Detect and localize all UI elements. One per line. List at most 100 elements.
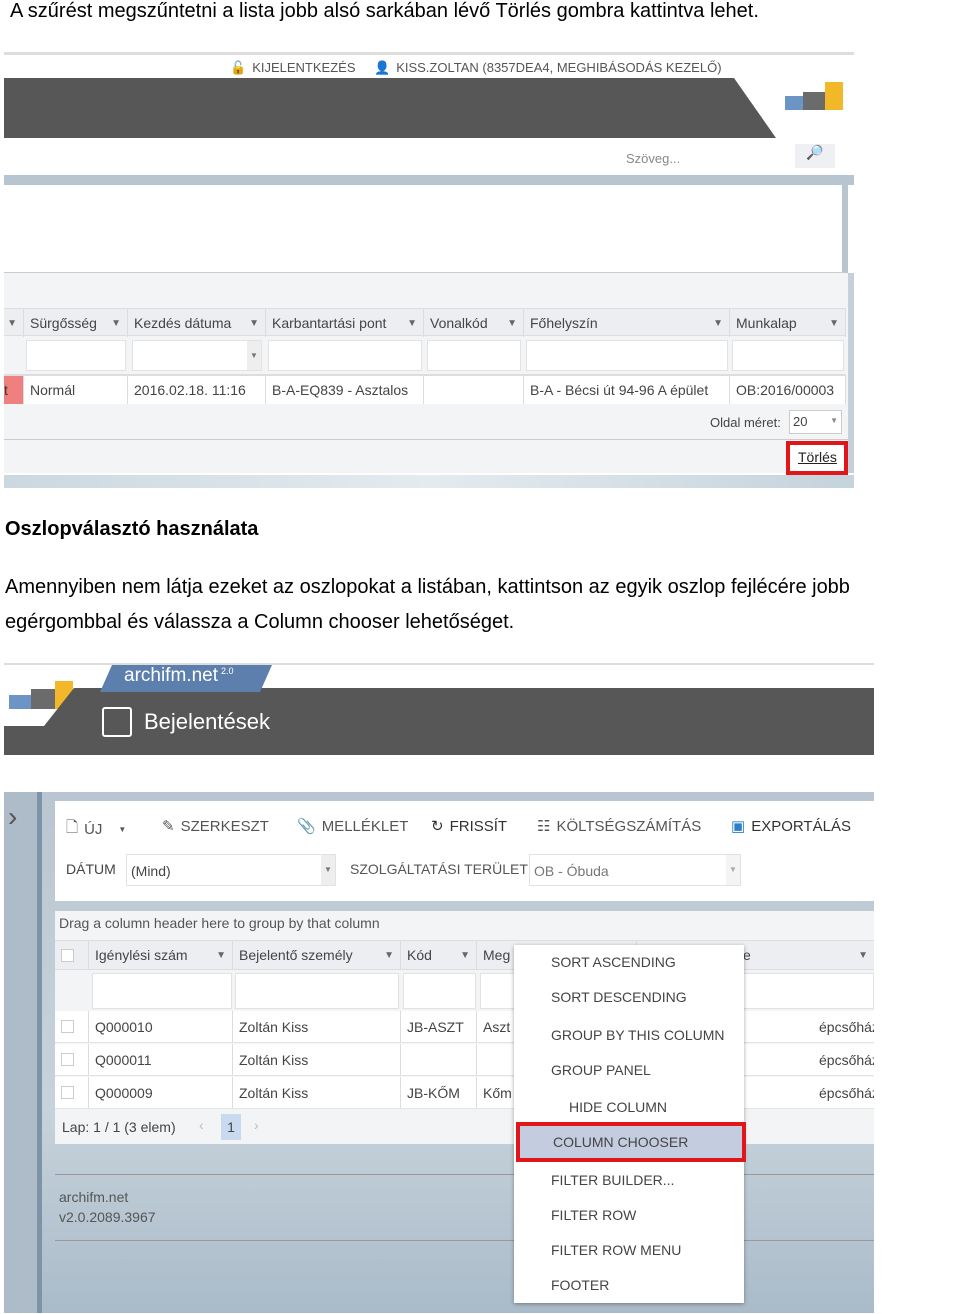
menu-item-group-by-this-column[interactable]: GROUP BY THIS COLUMN <box>514 1018 742 1052</box>
refresh-icon: ↻ <box>431 818 444 835</box>
brand-tab[interactable]: archifm.net 2.0 <box>100 665 272 692</box>
menu-item-hide-column[interactable]: HIDE COLUMN <box>514 1090 742 1124</box>
cell-person: Zoltán Kiss <box>233 1077 401 1108</box>
column-header[interactable]: Kezdés dátuma ▼ <box>128 309 266 337</box>
menu-item-column-chooser[interactable]: COLUMN CHOOSER <box>516 1122 746 1162</box>
cell-person: Zoltán Kiss <box>233 1044 401 1075</box>
export-button[interactable]: ▣ EXPORTÁLÁS <box>731 817 851 836</box>
filter-input[interactable] <box>235 973 399 1009</box>
section-heading: Oszlopválasztó használata <box>5 518 259 540</box>
screenshot-filter-clear: 🔓 KIJELENTKEZÉS 👤 KISS.ZOLTAN (8357DEA4, M… <box>4 52 854 488</box>
user-link[interactable]: 👤 KISS.ZOLTAN (8357DEA4, MEGHIBÁSODÁS KEZ… <box>374 60 722 76</box>
column-header[interactable]: Bejelentő személy ▼ <box>233 941 401 969</box>
paperclip-icon: 📎 <box>297 818 316 835</box>
filter-input[interactable] <box>732 340 844 371</box>
filter-input[interactable] <box>526 340 728 371</box>
grid-header: ▼ Sürgősség ▼ Kezdés dátuma ▼ Karbantartás… <box>4 308 846 337</box>
filter-pin-icon[interactable]: ▼ <box>407 318 417 329</box>
chevron-down-icon: ▼ <box>321 855 335 885</box>
filter-date-input[interactable]: ▼ <box>132 340 262 371</box>
column-header[interactable]: Munkalap ▼ <box>730 309 846 337</box>
filter-pin-icon[interactable]: ▼ <box>507 318 517 329</box>
filter-pin-icon[interactable]: ▼ <box>460 950 470 961</box>
filter-input[interactable] <box>403 973 476 1009</box>
edit-button[interactable]: ✎ SZERKESZT <box>162 817 269 836</box>
filter-pin-icon[interactable]: ▼ <box>858 950 868 961</box>
intro-text: A szűrést megszűntetni a lista jobb alsó… <box>10 0 759 22</box>
column-header[interactable]: Vonalkód ▼ <box>424 309 524 337</box>
clear-button[interactable]: Törlés <box>798 449 837 465</box>
search-button[interactable]: 🔎 <box>795 144 835 168</box>
page-size-label: Oldal méret: <box>710 415 781 430</box>
header-band <box>4 78 776 138</box>
chevron-down-icon[interactable]: ▼ <box>118 825 126 834</box>
filter-pin-icon[interactable]: ▼ <box>216 950 226 961</box>
date-select[interactable]: (Mind) ▼ <box>126 854 336 886</box>
page-1-button[interactable]: 1 <box>221 1114 241 1140</box>
attachment-button[interactable]: 📎 MELLÉKLET <box>297 817 408 836</box>
menu-item-group-panel[interactable]: GROUP PANEL <box>514 1053 742 1087</box>
edit-icon: ✎ <box>162 818 175 835</box>
area-select[interactable]: OB - Óbuda ▼ <box>529 854 741 886</box>
cell-id: Q000010 <box>89 1011 233 1042</box>
table-row[interactable]: Q000010 Zoltán Kiss JB-ASZT Aszt épcsőház <box>55 1011 874 1043</box>
new-button[interactable]: 🗋 ÚJ ▼ <box>66 817 126 842</box>
column-header[interactable]: Kód ▼ <box>401 941 477 969</box>
table-row[interactable]: Q000011 Zoltán Kiss épcsőház <box>55 1044 874 1076</box>
footer-name: archifm.net <box>59 1189 129 1205</box>
page-size-select[interactable]: 20 ▼ <box>789 410 842 434</box>
lock-icon: 🔓 <box>230 60 247 75</box>
group-panel-hint: Drag a column header here to group by th… <box>59 915 380 931</box>
chevron-right-icon[interactable]: › <box>8 801 17 833</box>
table-row[interactable]: t Normál 2016.02.18. 11:16 B-A-EQ839 - A… <box>4 374 846 404</box>
filter-pin-icon[interactable]: ▼ <box>384 950 394 961</box>
filter-pin-icon[interactable]: ▼ <box>111 318 121 329</box>
row-checkbox[interactable] <box>55 1044 89 1075</box>
column-header[interactable]: Karbantartási pont ▼ <box>266 309 424 337</box>
area-label: SZOLGÁLTATÁSI TERÜLET <box>350 861 528 877</box>
row-checkbox[interactable] <box>55 1077 89 1108</box>
user-icon: 👤 <box>374 60 391 75</box>
menu-item-filter-row[interactable]: FILTER ROW <box>514 1198 742 1232</box>
menu-item-sort-descending[interactable]: SORT DESCENDING <box>514 980 742 1014</box>
prev-page-icon[interactable]: ‹ <box>199 1117 204 1133</box>
next-page-icon[interactable]: › <box>254 1117 259 1133</box>
date-label: DÁTUM <box>66 861 116 877</box>
filter-pin-icon[interactable]: ▼ <box>7 318 17 329</box>
column-header[interactable]: Igénylési szám ▼ <box>89 941 233 969</box>
cost-button[interactable]: ☷ KÖLTSÉGSZÁMÍTÁS <box>537 817 701 836</box>
chevron-down-icon[interactable]: ▼ <box>247 341 261 370</box>
column-header[interactable]: Főhelyszín ▼ <box>524 309 730 337</box>
refresh-button[interactable]: ↻ FRISSÍT <box>431 817 507 836</box>
search-input[interactable]: Szöveg... <box>626 151 680 166</box>
filter-input[interactable] <box>92 973 232 1009</box>
row-checkbox[interactable] <box>55 1011 89 1042</box>
grid-header: Igénylési szám ▼ Bejelentő személy ▼ Kód ▼ … <box>55 940 874 970</box>
menu-item-footer[interactable]: FOOTER <box>514 1268 742 1302</box>
menu-item-sort-ascending[interactable]: SORT ASCENDING <box>514 945 742 979</box>
document-icon: 🗋 <box>66 819 79 836</box>
context-menu: SORT ASCENDING SORT DESCENDING GROUP BY TH… <box>514 945 746 1303</box>
table-row[interactable]: Q000009Zoltán KissJB-KŐMKőmépcsőház Aula… <box>55 1077 874 1109</box>
logout-link[interactable]: 🔓 KIJELENTKEZÉS <box>230 60 356 76</box>
chevron-down-icon: ▼ <box>830 416 838 425</box>
page-title: Bejelentések <box>102 707 270 737</box>
column-header[interactable]: Sürgősség ▼ <box>24 309 128 337</box>
footer-version: v2.0.2089.3967 <box>59 1209 156 1225</box>
calculator-icon: ☷ <box>537 818 551 835</box>
filter-input[interactable] <box>427 340 521 371</box>
checkbox[interactable] <box>61 948 74 962</box>
filter-input[interactable] <box>268 340 422 371</box>
filter-input[interactable] <box>26 340 126 371</box>
filter-pin-icon[interactable]: ▼ <box>829 318 839 329</box>
cell-id: Q000009 <box>89 1077 233 1108</box>
cell-code: JB-ASZT <box>401 1011 477 1042</box>
filter-pin-icon[interactable]: ▼ <box>249 318 259 329</box>
menu-item-filter-builder[interactable]: FILTER BUILDER... <box>514 1163 742 1197</box>
paragraph-line: Amennyiben nem látja ezeket az oszlopoka… <box>5 576 850 598</box>
filter-pin-icon[interactable]: ▼ <box>713 318 723 329</box>
cell-id: Q000011 <box>89 1044 233 1075</box>
export-icon: ▣ <box>731 818 746 835</box>
menu-item-filter-row-menu[interactable]: FILTER ROW MENU <box>514 1233 742 1267</box>
cell-person: Zoltán Kiss <box>233 1011 401 1042</box>
